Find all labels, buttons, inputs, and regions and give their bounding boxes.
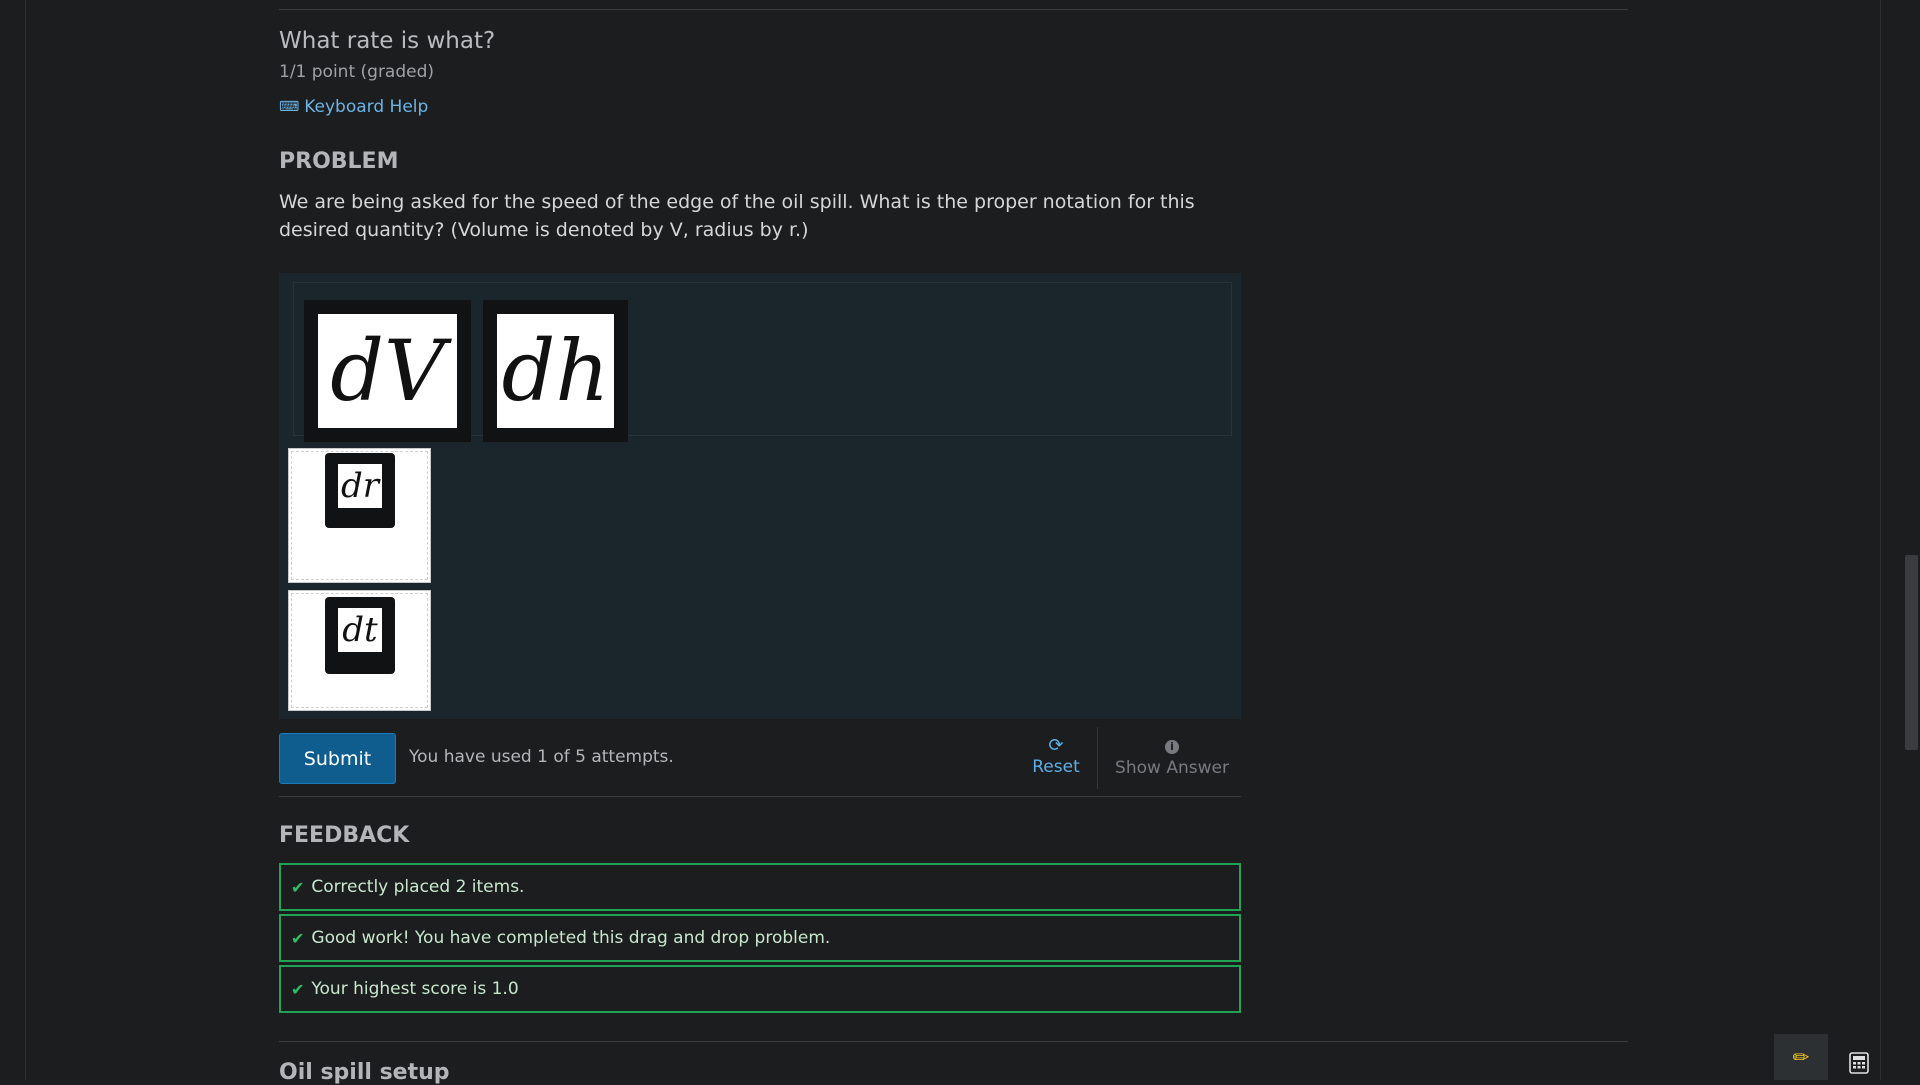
divider: [279, 1041, 1628, 1042]
info-icon: i: [1165, 740, 1179, 754]
divider: [1097, 727, 1098, 789]
item-label: dt: [338, 608, 382, 652]
feedback-text: Good work! You have completed this drag …: [311, 928, 831, 948]
placed-item[interactable]: dt: [325, 597, 395, 674]
divider: [279, 9, 1628, 10]
divider: [279, 796, 1241, 797]
draggable-item[interactable]: dh: [483, 300, 628, 442]
check-icon: ✔: [291, 877, 305, 897]
scrollbar-thumb[interactable]: [1905, 555, 1918, 750]
reset-label: Reset: [1032, 757, 1080, 777]
attempts-text: You have used 1 of 5 attempts.: [409, 747, 674, 767]
drag-drop-area: dV dh dr dt: [279, 273, 1241, 719]
draggable-item[interactable]: dV: [304, 300, 471, 442]
submit-button[interactable]: Submit: [279, 733, 396, 784]
drop-target[interactable]: dt: [288, 590, 431, 711]
item-label: dV: [318, 314, 457, 428]
feedback-message: ✔ Good work! You have completed this dra…: [279, 914, 1241, 962]
check-icon: ✔: [291, 928, 305, 948]
drop-target[interactable]: dr: [288, 448, 431, 583]
show-answer-label: Show Answer: [1115, 758, 1229, 778]
item-label: dh: [497, 314, 614, 428]
check-icon: ✔: [291, 979, 305, 999]
problem-title: What rate is what?: [279, 28, 496, 54]
points-label: 1/1 point (graded): [279, 62, 435, 82]
feedback-heading: FEEDBACK: [279, 823, 410, 848]
item-bank: dV dh: [293, 282, 1232, 442]
problem-heading: PROBLEM: [279, 149, 399, 174]
item-label: dr: [338, 464, 382, 508]
feedback-message: ✔ Your highest score is 1.0: [279, 965, 1241, 1013]
next-section-title: Oil spill setup: [279, 1060, 450, 1085]
calculator-button[interactable]: [1838, 1045, 1880, 1080]
placed-item[interactable]: dr: [325, 453, 395, 528]
keyboard-help-label: Keyboard Help: [304, 97, 429, 117]
edit-button[interactable]: ✏: [1774, 1034, 1828, 1080]
calculator-icon: [1849, 1051, 1869, 1074]
feedback-text: Correctly placed 2 items.: [311, 877, 525, 897]
show-answer-button[interactable]: i Show Answer: [1108, 735, 1236, 778]
page-left-border: [25, 0, 26, 1080]
problem-text: We are being asked for the speed of the …: [279, 191, 1195, 241]
feedback-message: ✔ Correctly placed 2 items.: [279, 863, 1241, 911]
feedback-text: Your highest score is 1.0: [311, 979, 519, 999]
page-right-border: [1880, 0, 1881, 1080]
refresh-icon: ⟳: [1048, 735, 1064, 756]
pencil-icon: ✏: [1792, 1045, 1810, 1069]
reset-button[interactable]: ⟳ Reset: [1022, 735, 1090, 777]
keyboard-icon: ⌨: [279, 99, 300, 115]
keyboard-help-link[interactable]: ⌨ Keyboard Help: [279, 97, 428, 117]
